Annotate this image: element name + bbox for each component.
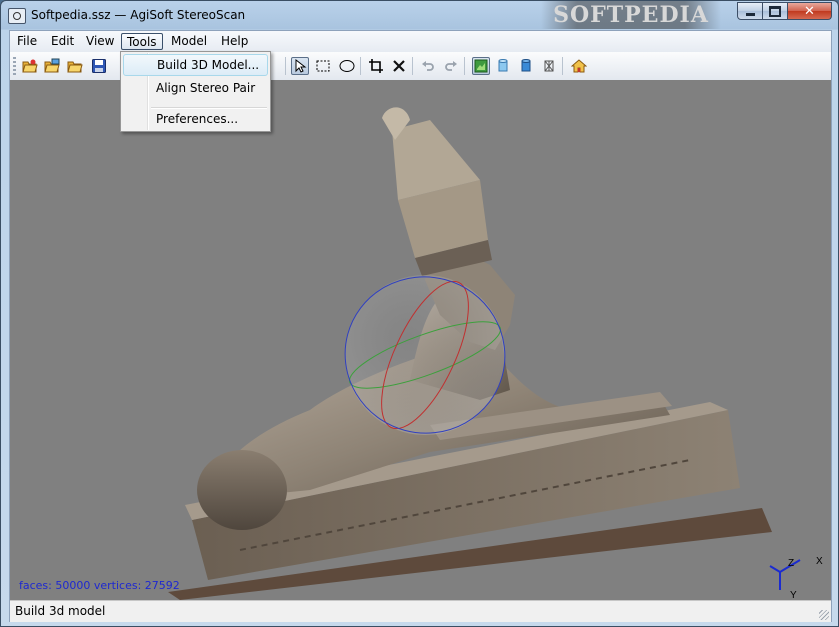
app-icon[interactable] bbox=[8, 8, 26, 24]
crop-button[interactable] bbox=[367, 57, 385, 75]
open-folder-icon bbox=[67, 61, 83, 73]
shaded-view-button[interactable] bbox=[517, 57, 535, 75]
save-icon bbox=[92, 59, 106, 73]
axis-indicator: Z X Y bbox=[769, 556, 823, 600]
toolbar-separator bbox=[285, 57, 286, 75]
tools-dropdown-menu: Build 3D Model... Align Stereo Pair Pref… bbox=[120, 51, 271, 132]
title-bar[interactable]: Softpedia.ssz — AgiSoft StereoScan SOFTP… bbox=[1, 1, 838, 30]
toolbar-grip[interactable] bbox=[13, 57, 16, 75]
shaded-view-icon bbox=[521, 59, 531, 72]
close-icon: ✕ bbox=[804, 3, 815, 19]
open-folder-button[interactable] bbox=[66, 57, 84, 75]
home-view-icon bbox=[571, 59, 587, 73]
undo-icon bbox=[422, 61, 434, 71]
delete-button[interactable] bbox=[390, 57, 408, 75]
menu-tools[interactable]: Tools bbox=[121, 33, 163, 50]
delete-icon bbox=[393, 60, 405, 72]
axis-x-label: X bbox=[816, 556, 823, 567]
ellipse-selection-button[interactable] bbox=[338, 57, 356, 75]
solid-view-icon bbox=[498, 59, 508, 72]
menu-item-build-3d-model[interactable]: Build 3D Model... bbox=[123, 54, 268, 76]
status-text: Build 3d model bbox=[15, 604, 106, 618]
menu-item-preferences[interactable]: Preferences... bbox=[123, 108, 268, 130]
axis-y-label: Y bbox=[790, 590, 797, 600]
axis-z-label: Z bbox=[788, 558, 794, 569]
redo-icon bbox=[445, 61, 457, 71]
textured-view-button[interactable] bbox=[472, 57, 490, 75]
home-view-button[interactable] bbox=[570, 57, 588, 75]
menu-bar: File Edit View Tools Model Help bbox=[10, 31, 831, 52]
rectangle-selection-button[interactable] bbox=[314, 57, 332, 75]
toolbar-separator bbox=[412, 57, 413, 75]
open-images-icon bbox=[44, 58, 60, 73]
resize-grip[interactable] bbox=[819, 610, 829, 620]
maximize-button[interactable] bbox=[763, 2, 788, 20]
crop-icon bbox=[369, 59, 383, 73]
sphinx-haunch bbox=[197, 450, 287, 530]
toolbar-separator bbox=[562, 57, 563, 75]
menu-item-align-stereo-pair[interactable]: Align Stereo Pair bbox=[123, 77, 268, 99]
application-window: Softpedia.ssz — AgiSoft StereoScan SOFTP… bbox=[0, 0, 839, 627]
toolbar-separator bbox=[464, 57, 465, 75]
menu-model[interactable]: Model bbox=[166, 33, 212, 50]
wireframe-view-icon bbox=[544, 60, 554, 72]
model-viewport[interactable]: Z X Y faces: 50000 vertices: 27592 bbox=[10, 80, 831, 600]
minimize-button[interactable] bbox=[737, 2, 763, 20]
select-pointer-button[interactable] bbox=[291, 57, 309, 75]
mesh-stats: faces: 50000 vertices: 27592 bbox=[19, 579, 180, 592]
window-controls: ✕ bbox=[737, 2, 832, 21]
select-pointer-icon bbox=[295, 59, 307, 73]
ellipse-selection-icon bbox=[339, 60, 355, 72]
menu-edit[interactable]: Edit bbox=[46, 33, 79, 50]
menu-view[interactable]: View bbox=[81, 33, 119, 50]
close-button[interactable]: ✕ bbox=[788, 2, 832, 20]
textured-view-icon bbox=[474, 59, 488, 73]
open-project-icon bbox=[22, 59, 38, 73]
sphinx-3d-model: Z X Y bbox=[168, 107, 823, 600]
save-button[interactable] bbox=[90, 57, 108, 75]
softpedia-watermark: SOFTPEDIA bbox=[541, 1, 721, 29]
redo-button[interactable] bbox=[442, 57, 460, 75]
window-title: Softpedia.ssz — AgiSoft StereoScan bbox=[31, 8, 246, 22]
status-bar: Build 3d model bbox=[10, 600, 831, 622]
wireframe-view-button[interactable] bbox=[540, 57, 558, 75]
toolbar-separator bbox=[360, 57, 361, 75]
minimize-icon bbox=[745, 12, 755, 16]
rectangle-selection-icon bbox=[316, 60, 330, 72]
menu-help[interactable]: Help bbox=[216, 33, 253, 50]
maximize-icon bbox=[769, 5, 781, 17]
undo-button[interactable] bbox=[419, 57, 437, 75]
open-images-button[interactable] bbox=[43, 57, 61, 75]
solid-view-button[interactable] bbox=[494, 57, 512, 75]
open-project-button[interactable] bbox=[21, 57, 39, 75]
menu-file[interactable]: File bbox=[12, 33, 42, 50]
